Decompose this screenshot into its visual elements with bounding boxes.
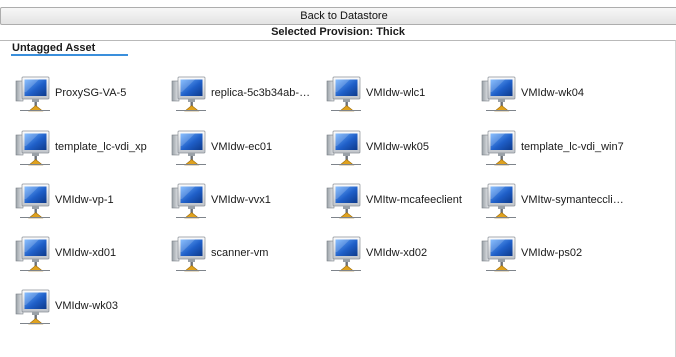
networked-computer-icon [480,72,520,112]
networked-computer-icon [325,232,365,272]
asset-item[interactable]: VMItw-symantecclient [480,179,630,219]
networked-computer-icon [14,179,54,219]
asset-label: VMItw-symantecclient [521,194,626,206]
networked-computer-icon [14,232,54,272]
asset-label: replica-5c3b34ab-5b04-4c... [211,87,316,99]
asset-item[interactable]: VMIdw-xd01 [14,232,164,272]
networked-computer-icon [170,179,210,219]
networked-computer-icon [14,72,54,112]
networked-computer-icon [170,232,210,272]
networked-computer-icon [480,232,520,272]
asset-label: VMIdw-xd01 [55,247,117,259]
asset-item[interactable]: template_lc-vdi_win7 [480,126,630,166]
asset-label: VMIdw-xd02 [366,247,428,259]
asset-item[interactable]: VMIdw-vp-1 [14,179,164,219]
networked-computer-icon [325,179,365,219]
asset-item[interactable]: replica-5c3b34ab-5b04-4c... [170,72,320,112]
asset-item[interactable]: scanner-vm [170,232,320,272]
asset-label: template_lc-vdi_win7 [521,141,624,153]
asset-label: VMIdw-wk05 [366,141,429,153]
networked-computer-icon [325,126,365,166]
asset-item[interactable]: VMIdw-wlc1 [325,72,475,112]
asset-item[interactable]: VMIdw-ec01 [170,126,320,166]
asset-grid: ProxySG-VA-5 replica-5c3b34ab-5b04-4c...… [0,0,676,356]
asset-item[interactable]: template_lc-vdi_xp [14,126,164,166]
asset-label: VMIdw-wk04 [521,87,584,99]
asset-item[interactable]: VMIdw-wk05 [325,126,475,166]
asset-item[interactable]: VMIdw-vvx1 [170,179,320,219]
asset-item[interactable]: VMIdw-wk03 [14,285,164,325]
asset-label: VMIdw-ps02 [521,247,583,259]
asset-label: scanner-vm [211,247,269,259]
asset-item[interactable]: VMItw-mcafeeclient [325,179,475,219]
asset-label: VMIdw-wk03 [55,300,118,312]
networked-computer-icon [170,126,210,166]
asset-label: VMIdw-vp-1 [55,194,114,206]
networked-computer-icon [325,72,365,112]
asset-label: template_lc-vdi_xp [55,141,147,153]
networked-computer-icon [14,126,54,166]
asset-label: VMIdw-wlc1 [366,87,426,99]
asset-item[interactable]: ProxySG-VA-5 [14,72,164,112]
networked-computer-icon [480,126,520,166]
asset-label: VMItw-mcafeeclient [366,194,462,206]
asset-label: VMIdw-ec01 [211,141,273,153]
asset-label: ProxySG-VA-5 [55,87,127,99]
networked-computer-icon [480,179,520,219]
asset-item[interactable]: VMIdw-ps02 [480,232,630,272]
asset-item[interactable]: VMIdw-xd02 [325,232,475,272]
asset-label: VMIdw-vvx1 [211,194,271,206]
asset-item[interactable]: VMIdw-wk04 [480,72,630,112]
networked-computer-icon [14,285,54,325]
networked-computer-icon [170,72,210,112]
